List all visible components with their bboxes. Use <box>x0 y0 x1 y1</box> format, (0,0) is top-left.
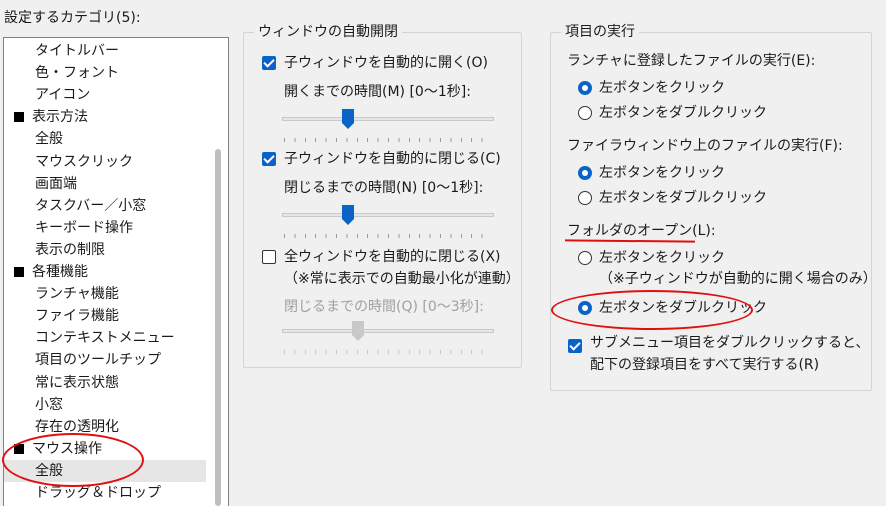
category-item[interactable]: 小窓 <box>4 394 206 416</box>
slider-track <box>282 117 494 121</box>
open-delay-slider[interactable] <box>282 108 494 148</box>
category-item-label: コンテキストメニュー <box>35 330 175 347</box>
close-all-delay-slider <box>282 320 494 360</box>
category-item[interactable]: ドラッグ＆ドロップ <box>4 482 206 504</box>
slider-thumb <box>352 321 364 341</box>
category-item[interactable]: ファイラ機能 <box>4 305 206 327</box>
category-item[interactable]: 全般 <box>4 128 206 150</box>
submenu-exec-label-line2[interactable]: 配下の登録項目をすべて実行する(R) <box>590 356 819 374</box>
folder-open-label: フォルダのオープン(L): <box>567 223 716 239</box>
folder-click-note: （※子ウィンドウが自動的に開く場合のみ） <box>599 271 877 287</box>
close-all-delay-label: 閉じるまでの時間(Q) [0〜3秒]: <box>284 299 484 315</box>
category-item-label: キーボード操作 <box>35 219 133 236</box>
category-item[interactable]: アイコン <box>4 84 206 106</box>
category-item[interactable]: 常に表示状態 <box>4 372 206 394</box>
category-expander-icon[interactable] <box>14 267 24 277</box>
close-all-checkbox[interactable] <box>262 250 276 264</box>
category-item[interactable]: タイトルバー <box>4 40 206 62</box>
category-list-label: 設定するカテゴリ(5): <box>4 10 141 26</box>
launcher-click-radio[interactable] <box>578 81 592 95</box>
folder-click-label[interactable]: 左ボタンをクリック <box>599 249 725 267</box>
category-item-label: 表示の制限 <box>35 241 105 258</box>
open-child-label[interactable]: 子ウィンドウを自動的に開く(O) <box>284 54 488 72</box>
category-item[interactable]: キーボード操作 <box>4 217 206 239</box>
category-item[interactable]: 表示方法 <box>4 106 206 128</box>
close-all-note: （※常に表示での自動最小化が連動） <box>284 271 520 287</box>
category-item-label: タイトルバー <box>35 43 119 59</box>
category-item[interactable]: 色・フォント <box>4 62 206 84</box>
launcher-exec-label: ランチャに登録したファイルの実行(E): <box>567 53 816 69</box>
category-expander-icon[interactable] <box>14 112 24 123</box>
slider-thumb[interactable] <box>342 109 354 129</box>
slider-track <box>282 329 494 333</box>
slider-ticks <box>284 234 492 238</box>
close-child-label[interactable]: 子ウィンドウを自動的に閉じる(C) <box>284 150 501 168</box>
category-item-label: ドラッグ＆ドロップ <box>35 485 161 501</box>
close-all-label[interactable]: 全ウィンドウを自動的に閉じる(X) <box>284 248 501 266</box>
category-item-label: 全般 <box>35 131 63 148</box>
category-item-label: タスクバー／小窓 <box>35 197 147 214</box>
filer-click-label[interactable]: 左ボタンをクリック <box>599 164 725 182</box>
open-child-checkbox[interactable] <box>262 56 276 70</box>
category-item[interactable]: 項目のツールチップ <box>4 349 206 371</box>
category-item-label: アイコン <box>35 87 91 104</box>
close-delay-slider[interactable] <box>282 204 494 244</box>
slider-ticks <box>284 350 492 354</box>
category-item-label: ランチャ機能 <box>35 286 119 303</box>
launcher-dblclick-radio[interactable] <box>578 106 592 120</box>
category-item[interactable]: マウスクリック <box>4 151 206 173</box>
category-item[interactable]: 画面端 <box>4 173 206 195</box>
annotation-circle-dblclick <box>551 290 753 330</box>
category-scrollbar-thumb[interactable] <box>215 149 221 506</box>
submenu-exec-checkbox[interactable] <box>568 339 582 353</box>
category-item[interactable]: 存在の透明化 <box>4 416 206 438</box>
category-item-label: 各種機能 <box>32 264 88 280</box>
slider-thumb[interactable] <box>342 205 354 225</box>
filer-exec-label: ファイラウィンドウ上のファイルの実行(F): <box>567 138 843 154</box>
launcher-dblclick-label[interactable]: 左ボタンをダブルクリック <box>599 104 767 122</box>
category-item-label: マウスクリック <box>35 153 133 170</box>
category-item[interactable]: 各種機能 <box>4 261 206 283</box>
auto-open-close-title: ウィンドウの自動開閉 <box>254 23 402 41</box>
category-item-label: 常に表示状態 <box>35 374 119 391</box>
filer-dblclick-radio[interactable] <box>578 191 592 205</box>
slider-ticks <box>284 138 492 142</box>
category-item-label: 小窓 <box>35 396 63 413</box>
category-item[interactable]: コンテキストメニュー <box>4 327 206 349</box>
category-item[interactable]: ランチャ機能 <box>4 283 206 305</box>
filer-click-radio[interactable] <box>578 166 592 180</box>
category-item-label: 色・フォント <box>35 65 119 82</box>
category-item-label: 画面端 <box>35 175 77 192</box>
category-item-label: 項目のツールチップ <box>35 352 161 369</box>
close-delay-label: 閉じるまでの時間(N) [0〜1秒]: <box>284 180 484 196</box>
category-item-label: ファイラ機能 <box>35 308 119 325</box>
launcher-click-label[interactable]: 左ボタンをクリック <box>599 79 725 97</box>
slider-track <box>282 213 494 217</box>
submenu-exec-label-line1[interactable]: サブメニュー項目をダブルクリックすると、 <box>590 334 869 352</box>
category-item[interactable]: タスクバー／小窓 <box>4 195 206 217</box>
category-item-label: 表示方法 <box>32 109 88 126</box>
folder-click-radio[interactable] <box>578 251 592 265</box>
filer-dblclick-label[interactable]: 左ボタンをダブルクリック <box>599 189 767 207</box>
annotation-circle-mouse <box>2 433 144 487</box>
item-execution-title: 項目の実行 <box>561 23 639 41</box>
close-child-checkbox[interactable] <box>262 152 276 166</box>
open-delay-label: 開くまでの時間(M) [0〜1秒]: <box>284 84 471 100</box>
category-item[interactable]: 表示の制限 <box>4 239 206 261</box>
